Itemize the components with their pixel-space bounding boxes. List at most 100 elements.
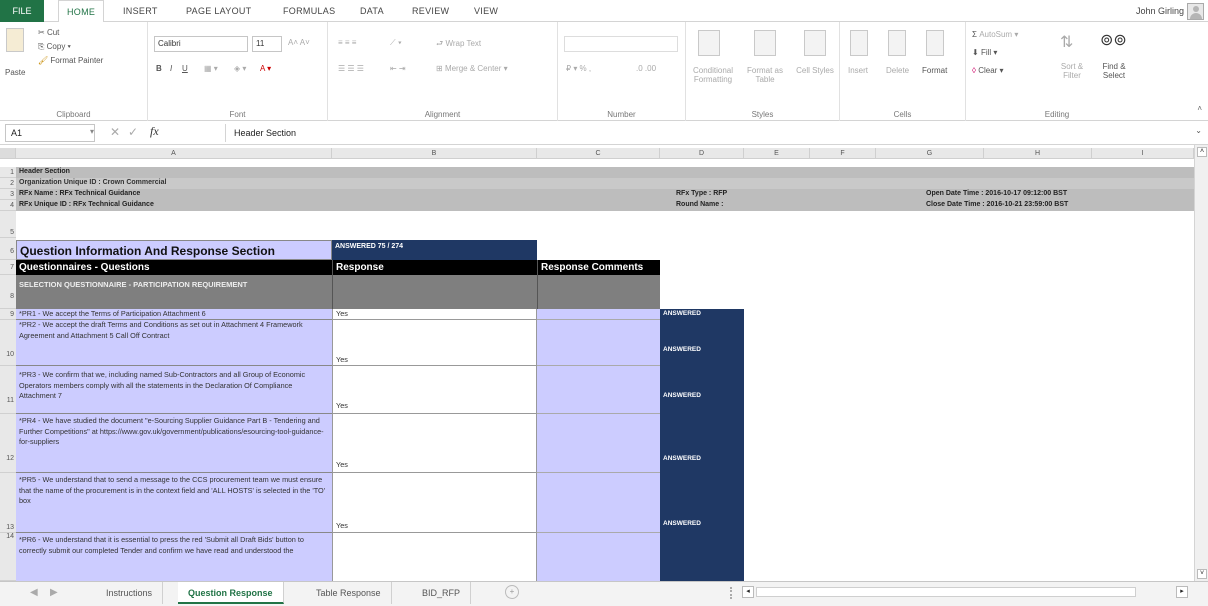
group-response-blank[interactable] [332, 275, 537, 309]
open-date[interactable]: Open Date Time : 2016-10-17 09:12:00 BST [876, 189, 1194, 200]
response-cell[interactable]: Yes [332, 366, 537, 414]
rfx-name[interactable]: RFx Name : RFx Technical Guidance [16, 189, 660, 200]
row-header-4[interactable]: 4 [0, 200, 16, 211]
user-name[interactable]: John Girling [1136, 0, 1184, 22]
sort-filter-icon[interactable]: ⇅ [1060, 32, 1073, 52]
row-header-11[interactable]: 11 [0, 366, 16, 414]
check-icon[interactable]: ✓ [128, 125, 138, 139]
add-sheet-icon[interactable]: + [505, 585, 519, 599]
comment-cell[interactable] [537, 473, 660, 533]
row-header-12[interactable]: 12 [0, 414, 16, 473]
vertical-scrollbar[interactable]: ˄ ˅ [1194, 145, 1208, 581]
row-header-9[interactable]: 9 [0, 309, 16, 320]
font-color-icon[interactable]: A ▾ [260, 64, 271, 73]
orientation-icon[interactable]: ⟋ ▾ [390, 38, 402, 48]
round-name[interactable]: Round Name : [660, 200, 876, 211]
sort-filter-button[interactable]: Sort & Filter [1054, 62, 1090, 80]
col-response-header[interactable]: Response [332, 260, 537, 275]
name-box[interactable]: A1 [5, 124, 95, 142]
scroll-tabs-right-icon[interactable]: ▶ [50, 587, 58, 598]
align-left-icon[interactable]: ☰ ☰ ☰ [338, 64, 364, 73]
question-cell[interactable]: *PR4 - We have studied the document "e-S… [16, 414, 332, 473]
collapse-ribbon-icon[interactable]: ˄ [1197, 104, 1202, 113]
bold-button[interactable]: B [156, 64, 162, 73]
rfx-type[interactable]: RFx Type : RFP [660, 189, 876, 200]
name-box-dropdown-icon[interactable]: ▾ [90, 127, 94, 136]
cancel-icon[interactable]: ✕ [110, 125, 120, 139]
column-header-g[interactable]: G [876, 148, 984, 159]
fill-button[interactable]: ⬇ Fill ▾ [972, 48, 997, 57]
status-badge[interactable]: ANSWERED [660, 414, 744, 473]
hscroll-right-icon[interactable]: ▸ [1176, 586, 1188, 598]
header-section-title[interactable]: Header Section [16, 167, 1194, 178]
comment-cell[interactable] [537, 320, 660, 366]
tab-view[interactable]: VIEW [474, 0, 498, 22]
status-badge[interactable]: ANSWERED [660, 309, 744, 320]
tab-splitter[interactable] [730, 587, 734, 599]
column-header-h[interactable]: H [984, 148, 1092, 159]
underline-button[interactable]: U [182, 64, 188, 73]
sheet-tab-table-response[interactable]: Table Response [306, 582, 392, 604]
column-header-i[interactable]: I [1092, 148, 1194, 159]
status-badge[interactable]: ANSWERED [660, 320, 744, 366]
question-cell[interactable]: *PR6 - We understand that it is essentia… [16, 533, 332, 581]
cell-styles-button[interactable]: Cell Styles [796, 66, 834, 75]
question-cell[interactable]: *PR3 - We confirm that we, including nam… [16, 366, 332, 414]
insert-function-icon[interactable]: fx [150, 124, 159, 139]
response-cell[interactable]: Yes [332, 414, 537, 473]
question-cell[interactable]: *PR5 - We understand that to send a mess… [16, 473, 332, 533]
format-painter-button[interactable]: 🖌 Format Painter [38, 56, 103, 65]
autosum-button[interactable]: Σ AutoSum ▾ [972, 30, 1018, 39]
tab-formulas[interactable]: FORMULAS [283, 0, 335, 22]
clear-button[interactable]: ◊ Clear ▾ [972, 66, 1004, 75]
column-header-b[interactable]: B [332, 148, 537, 159]
row-header-14[interactable]: 14 [0, 533, 16, 581]
sheet-tab-bid-rfp[interactable]: BID_RFP [412, 582, 472, 604]
column-header-a[interactable]: A [16, 148, 332, 159]
col-comments-header[interactable]: Response Comments [537, 260, 660, 275]
sheet-tab-instructions[interactable]: Instructions [96, 582, 164, 604]
avatar[interactable] [1187, 3, 1204, 20]
paste-button[interactable]: Paste [5, 68, 25, 77]
copy-button[interactable]: ⎘ Copy ▾ [38, 42, 71, 52]
tab-page-layout[interactable]: PAGE LAYOUT [186, 0, 251, 22]
response-cell[interactable] [332, 533, 537, 581]
paste-icon[interactable] [6, 28, 24, 52]
response-cell[interactable]: Yes [332, 473, 537, 533]
group-comments-blank[interactable] [537, 275, 660, 309]
row-header-1[interactable]: 1 [0, 167, 16, 178]
row-header-13[interactable]: 13 [0, 473, 16, 533]
row-header-2[interactable]: 2 [0, 178, 16, 189]
hscroll-left-icon[interactable]: ◂ [742, 586, 754, 598]
fill-color-icon[interactable]: ◈ ▾ [234, 64, 246, 73]
response-cell[interactable]: Yes [332, 320, 537, 366]
col-questions-header[interactable]: Questionnaires - Questions [16, 260, 332, 275]
currency-icon[interactable]: ₽ ▾ % , [566, 64, 591, 73]
tab-review[interactable]: REVIEW [412, 0, 449, 22]
format-cells-button[interactable]: Format [922, 66, 947, 75]
tab-file[interactable]: FILE [0, 0, 44, 22]
sheet-tab-question-response[interactable]: Question Response [178, 582, 284, 604]
indent-icon[interactable]: ⇤ ⇥ [390, 64, 406, 73]
org-unique-id[interactable]: Organization Unique ID : Crown Commercia… [16, 178, 1194, 189]
column-header-c[interactable]: C [537, 148, 660, 159]
format-cells-icon[interactable] [926, 30, 944, 56]
binoculars-icon[interactable]: ⊚⊚ [1100, 30, 1127, 50]
group-title[interactable]: SELECTION QUESTIONNAIRE - PARTICIPATION … [16, 275, 332, 309]
question-cell[interactable]: *PR1 - We accept the Terms of Participat… [16, 309, 332, 320]
formula-input[interactable]: Header Section [225, 124, 1188, 142]
status-badge[interactable] [660, 533, 744, 581]
comment-cell[interactable] [537, 533, 660, 581]
wrap-text-button[interactable]: ⮐ Wrap Text [436, 38, 481, 52]
scroll-down-icon[interactable]: ˅ [1197, 569, 1207, 579]
comment-cell[interactable] [537, 309, 660, 320]
cut-button[interactable]: ✂ Cut [38, 28, 59, 37]
rfx-unique-id[interactable]: RFx Unique ID : RFx Technical Guidance [16, 200, 660, 211]
comment-cell[interactable] [537, 366, 660, 414]
column-header-e[interactable]: E [744, 148, 810, 159]
conditional-formatting-icon[interactable] [698, 30, 720, 56]
borders-icon[interactable]: ▦ ▾ [204, 64, 218, 73]
conditional-formatting-button[interactable]: Conditional Formatting [688, 66, 738, 84]
find-select-button[interactable]: Find & Select [1094, 62, 1134, 80]
delete-cells-icon[interactable] [888, 30, 906, 56]
